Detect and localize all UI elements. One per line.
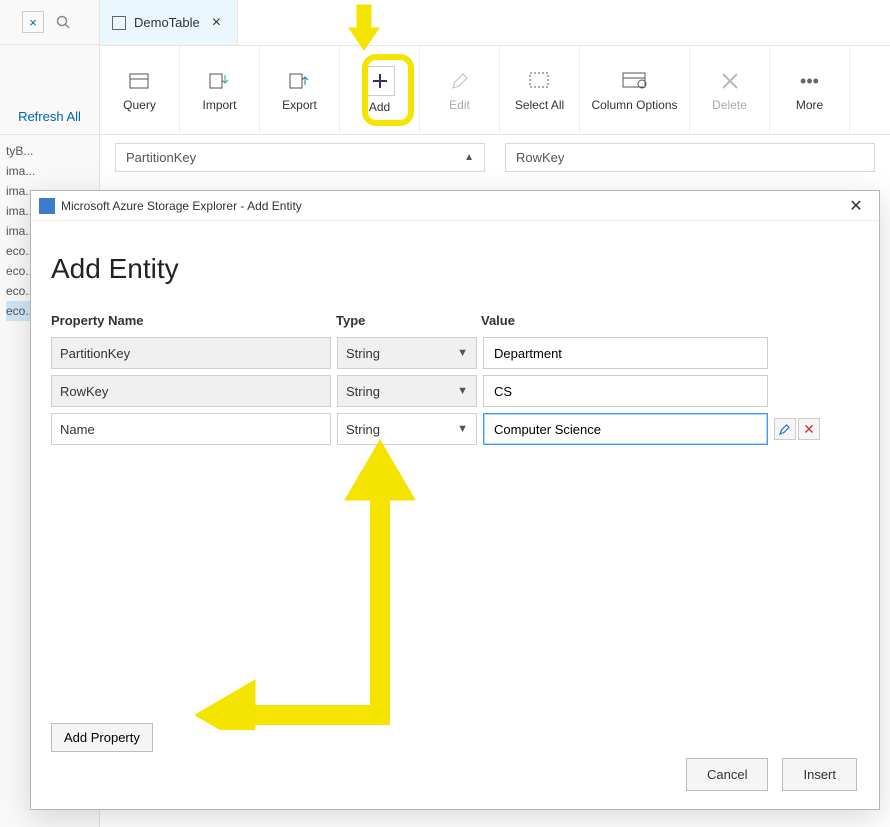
import-button[interactable]: Import xyxy=(180,46,260,134)
type-label: String xyxy=(346,422,380,437)
delete-property-button[interactable]: ✕ xyxy=(798,418,820,440)
property-value-input[interactable] xyxy=(483,413,768,445)
property-type-select[interactable]: String ▼ xyxy=(337,337,477,369)
type-label: String xyxy=(346,346,380,361)
export-button[interactable]: Export xyxy=(260,46,340,134)
select-all-button[interactable]: Select All xyxy=(500,46,580,134)
ellipsis-icon: ••• xyxy=(797,68,823,94)
chevron-down-icon: ▼ xyxy=(457,385,468,397)
chevron-down-icon: ▼ xyxy=(457,347,468,359)
property-name-field: PartitionKey xyxy=(51,337,331,369)
property-type-select[interactable]: String ▼ xyxy=(337,375,477,407)
tab-label: DemoTable xyxy=(134,15,200,30)
label: More xyxy=(796,98,823,112)
dialog-titlebar: Microsoft Azure Storage Explorer - Add E… xyxy=(31,191,879,221)
value-input[interactable] xyxy=(492,383,759,400)
more-button[interactable]: ••• More xyxy=(770,46,850,134)
edit-button[interactable]: Edit xyxy=(420,46,500,134)
label: Add xyxy=(369,100,390,114)
add-entity-dialog: Microsoft Azure Storage Explorer - Add E… xyxy=(30,190,880,810)
column-header-value: Value xyxy=(481,313,771,328)
export-icon xyxy=(287,68,313,94)
label: Delete xyxy=(712,98,747,112)
value-input[interactable] xyxy=(492,421,759,438)
column-options-button[interactable]: Column Options xyxy=(580,46,690,134)
label: Query xyxy=(123,98,156,112)
import-icon xyxy=(207,68,233,94)
label: Import xyxy=(202,98,236,112)
tab-close-icon[interactable]: × xyxy=(208,14,225,32)
type-label: String xyxy=(346,384,380,399)
value-input[interactable] xyxy=(492,345,759,362)
sort-asc-icon: ▲ xyxy=(464,152,474,163)
plus-icon xyxy=(365,66,395,96)
close-panel-button[interactable]: × xyxy=(22,11,44,33)
delete-button[interactable]: Delete xyxy=(690,46,770,134)
pencil-icon xyxy=(447,68,473,94)
query-icon xyxy=(127,68,153,94)
property-row: Name String ▼ ✕ xyxy=(51,410,859,448)
tree-item[interactable]: tyB... xyxy=(6,141,93,161)
dialog-footer: Cancel Insert xyxy=(686,758,857,791)
column-header-type: Type xyxy=(336,313,481,328)
columns-icon xyxy=(622,68,648,94)
property-value-input[interactable] xyxy=(483,375,768,407)
insert-button[interactable]: Insert xyxy=(782,758,857,791)
table-icon xyxy=(112,16,126,30)
refresh-all-button[interactable]: Refresh All xyxy=(18,109,81,124)
add-button[interactable]: Add xyxy=(340,46,420,134)
column-headers: PartitionKey ▲ RowKey xyxy=(100,135,890,180)
tab-bar: DemoTable × xyxy=(100,0,890,45)
tree-item[interactable]: ima... xyxy=(6,161,93,181)
label: Export xyxy=(282,98,317,112)
pencil-icon xyxy=(779,423,791,435)
property-name-field: RowKey xyxy=(51,375,331,407)
column-header-property-name: Property Name xyxy=(51,313,336,328)
label: RowKey xyxy=(516,150,564,165)
search-icon[interactable] xyxy=(49,8,77,36)
label: Column Options xyxy=(591,98,677,112)
edit-property-button[interactable] xyxy=(774,418,796,440)
dialog-window-title: Microsoft Azure Storage Explorer - Add E… xyxy=(61,199,835,213)
property-row: RowKey String ▼ xyxy=(51,372,859,410)
property-row: PartitionKey String ▼ xyxy=(51,334,859,372)
delete-icon xyxy=(717,68,743,94)
cancel-button[interactable]: Cancel xyxy=(686,758,768,791)
chevron-down-icon: ▼ xyxy=(457,423,468,435)
property-value-input[interactable] xyxy=(483,337,768,369)
label: Select All xyxy=(515,98,564,112)
tab-demotable[interactable]: DemoTable × xyxy=(100,0,238,45)
property-type-select[interactable]: String ▼ xyxy=(337,413,477,445)
property-table: Property Name Type Value PartitionKey St… xyxy=(51,307,859,448)
toolbar: Query Import Export Add Edit Select xyxy=(100,45,890,135)
select-all-icon xyxy=(527,68,553,94)
query-button[interactable]: Query xyxy=(100,46,180,134)
dialog-close-button[interactable]: ✕ xyxy=(841,196,871,216)
column-header-rowkey[interactable]: RowKey xyxy=(505,143,875,172)
label: Edit xyxy=(449,98,470,112)
add-property-button[interactable]: Add Property xyxy=(51,723,153,752)
label: PartitionKey xyxy=(126,150,196,165)
app-icon xyxy=(39,198,55,214)
column-header-partition[interactable]: PartitionKey ▲ xyxy=(115,143,485,172)
property-name-field[interactable]: Name xyxy=(51,413,331,445)
dialog-heading: Add Entity xyxy=(51,253,859,285)
